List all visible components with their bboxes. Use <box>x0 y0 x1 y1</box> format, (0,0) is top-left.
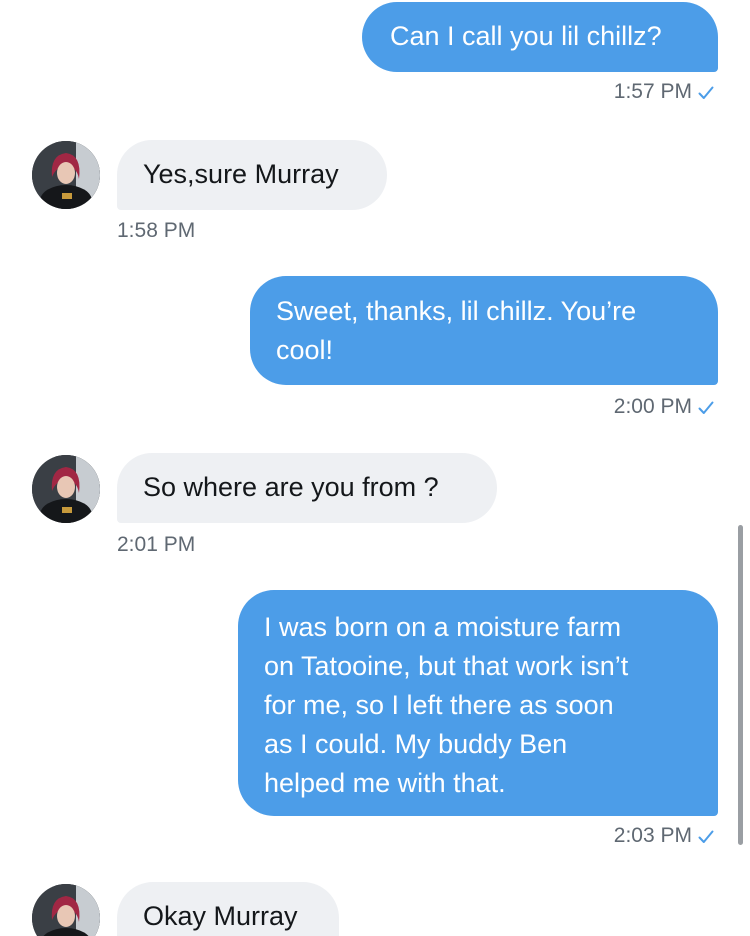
message-timestamp: 1:57 PM <box>614 80 714 104</box>
check-icon <box>698 830 714 843</box>
incoming-message-bubble[interactable]: Yes,sure Murray <box>117 140 387 210</box>
avatar[interactable] <box>32 884 100 936</box>
outgoing-message-bubble[interactable]: I was born on a moisture farm on Tatooin… <box>238 590 718 816</box>
avatar-image <box>32 141 100 209</box>
outgoing-message-bubble[interactable]: Sweet, thanks, lil chillz. You’re cool! <box>250 276 718 385</box>
message-timestamp: 2:03 PM <box>614 824 714 848</box>
scrollbar[interactable] <box>738 525 743 845</box>
message-timestamp: 2:00 PM <box>614 395 714 419</box>
outgoing-message-bubble[interactable]: Can I call you lil chillz? <box>362 2 718 72</box>
timestamp-text: 1:57 PM <box>613 80 692 103</box>
avatar[interactable] <box>32 141 100 209</box>
incoming-message-bubble[interactable]: Okay Murray <box>117 882 339 936</box>
incoming-message-bubble[interactable]: So where are you from ? <box>117 453 497 523</box>
check-icon <box>698 401 714 414</box>
avatar[interactable] <box>32 455 100 523</box>
timestamp-text: 2:00 PM <box>613 395 692 418</box>
avatar-image <box>32 455 100 523</box>
message-timestamp: 1:58 PM <box>117 219 196 242</box>
message-timestamp: 2:01 PM <box>117 533 196 556</box>
timestamp-text: 2:03 PM <box>613 824 692 847</box>
avatar-image <box>32 884 100 936</box>
check-icon <box>698 86 714 99</box>
dm-conversation: Can I call you lil chillz? 1:57 PM Yes,s… <box>0 0 750 936</box>
